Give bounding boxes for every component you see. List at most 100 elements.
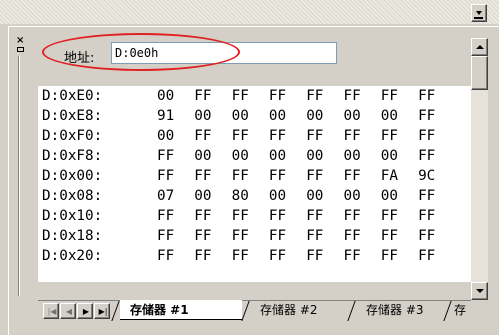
memory-byte[interactable]: 00 [269, 146, 306, 166]
memory-byte[interactable]: 00 [343, 106, 380, 126]
memory-byte[interactable]: 00 [269, 106, 306, 126]
dock-strip [0, 0, 499, 24]
memory-byte[interactable]: FF [269, 206, 306, 226]
tab-separator [112, 300, 120, 320]
memory-byte[interactable]: FF [269, 246, 306, 266]
memory-byte[interactable]: FF [232, 166, 269, 186]
memory-byte[interactable]: 00 [306, 186, 343, 206]
scroll-down-button[interactable] [471, 282, 488, 300]
memory-row: D:0xF8: FF 00 00 00 00 00 00 FF [42, 146, 448, 166]
scroll-thumb[interactable] [471, 56, 488, 90]
memory-byte[interactable]: FF [269, 126, 306, 146]
memory-byte[interactable]: FF [194, 86, 231, 106]
memory-row: D:0x10: FF FF FF FF FF FF FF FF [42, 206, 448, 226]
memory-row: D:0x18: FF FF FF FF FF FF FF FF [42, 226, 448, 246]
memory-byte[interactable]: FF [269, 166, 306, 186]
memory-byte[interactable]: 00 [232, 146, 269, 166]
memory-byte[interactable]: FF [306, 226, 343, 246]
memory-byte[interactable]: 00 [306, 106, 343, 126]
memory-byte[interactable]: FF [418, 146, 448, 166]
row-address: D:0x08: [42, 188, 103, 204]
memory-grid[interactable]: D:0xE0: 00 FF FF FF FF FF FF FF D:0xE8: 91 00 00 00 00… [38, 86, 471, 282]
memory-byte[interactable]: FF [157, 226, 194, 246]
memory-byte[interactable]: FF [343, 206, 380, 226]
close-icon[interactable]: × [16, 36, 24, 46]
memory-byte[interactable]: 00 [381, 186, 418, 206]
memory-byte[interactable]: FF [418, 106, 448, 126]
memory-byte[interactable]: FF [306, 246, 343, 266]
window-list-button[interactable] [471, 4, 487, 22]
tab-memory-4[interactable]: 存 [452, 300, 471, 320]
tab-nav-last-button[interactable]: ▶| [94, 303, 110, 319]
memory-byte[interactable]: 07 [157, 186, 194, 206]
memory-row: D:0xF0: 00 FF FF FF FF FF FF FF [42, 126, 448, 146]
prev-icon: ◀ [65, 307, 73, 316]
window-gripper[interactable]: × [11, 34, 29, 298]
tab-nav-prev-button[interactable]: ◀ [60, 303, 76, 319]
memory-byte[interactable]: FF [418, 206, 448, 226]
memory-byte[interactable]: FF [343, 166, 380, 186]
memory-byte[interactable]: FF [418, 126, 448, 146]
memory-byte[interactable]: FF [194, 206, 231, 226]
memory-byte[interactable]: FF [381, 126, 418, 146]
memory-byte[interactable]: FF [343, 86, 380, 106]
memory-byte[interactable]: FF [343, 246, 380, 266]
scroll-up-button[interactable] [471, 38, 488, 56]
memory-byte[interactable]: 00 [157, 86, 194, 106]
vertical-scrollbar[interactable] [471, 38, 488, 300]
memory-byte[interactable]: FF [157, 146, 194, 166]
memory-byte[interactable]: FF [194, 246, 231, 266]
memory-byte[interactable]: FF [381, 86, 418, 106]
memory-byte[interactable]: FF [194, 126, 231, 146]
memory-byte[interactable]: FF [232, 126, 269, 146]
memory-byte[interactable]: 00 [269, 186, 306, 206]
memory-byte[interactable]: FF [306, 166, 343, 186]
memory-byte[interactable]: FF [381, 226, 418, 246]
memory-byte[interactable]: FF [306, 86, 343, 106]
memory-byte[interactable]: FA [381, 166, 418, 186]
memory-byte[interactable]: FF [194, 166, 231, 186]
memory-byte[interactable]: FF [232, 246, 269, 266]
memory-byte[interactable]: FF [381, 246, 418, 266]
memory-byte[interactable]: 00 [306, 146, 343, 166]
memory-byte[interactable]: 00 [194, 106, 231, 126]
memory-byte[interactable]: FF [343, 226, 380, 246]
tab-nav-first-button[interactable]: |◀ [43, 303, 59, 319]
memory-byte[interactable]: 00 [343, 186, 380, 206]
memory-byte[interactable]: FF [232, 206, 269, 226]
row-address: D:0x18: [42, 228, 103, 244]
memory-byte[interactable]: FF [232, 86, 269, 106]
memory-byte[interactable]: FF [157, 206, 194, 226]
memory-byte[interactable]: 91 [157, 106, 194, 126]
memory-byte[interactable]: 00 [381, 146, 418, 166]
memory-byte[interactable]: 00 [194, 146, 231, 166]
memory-row: D:0x20: FF FF FF FF FF FF FF FF [42, 246, 448, 266]
memory-byte[interactable]: FF [194, 226, 231, 246]
memory-byte[interactable]: FF [306, 126, 343, 146]
memory-byte[interactable]: FF [157, 166, 194, 186]
tab-memory-3[interactable]: 存储器 #3 [356, 300, 454, 320]
memory-byte[interactable]: FF [306, 206, 343, 226]
tab-memory-1[interactable]: 存储器 #1 [120, 300, 242, 320]
memory-byte[interactable]: FF [418, 186, 448, 206]
memory-byte[interactable]: 00 [194, 186, 231, 206]
memory-byte[interactable]: FF [418, 86, 448, 106]
memory-byte[interactable]: 80 [232, 186, 269, 206]
memory-byte[interactable]: FF [232, 226, 269, 246]
memory-byte[interactable]: FF [269, 226, 306, 246]
memory-byte[interactable]: FF [418, 246, 448, 266]
tab-nav-next-button[interactable]: ▶ [77, 303, 93, 319]
memory-byte[interactable]: FF [418, 226, 448, 246]
memory-byte[interactable]: FF [381, 206, 418, 226]
memory-byte[interactable]: FF [157, 246, 194, 266]
memory-byte[interactable]: 00 [157, 126, 194, 146]
memory-byte[interactable]: 9C [418, 166, 448, 186]
memory-byte[interactable]: FF [343, 126, 380, 146]
memory-byte[interactable]: 00 [381, 106, 418, 126]
memory-byte[interactable]: FF [269, 86, 306, 106]
row-address: D:0x10: [42, 208, 103, 224]
pin-icon[interactable] [17, 47, 24, 52]
memory-byte[interactable]: 00 [232, 106, 269, 126]
memory-byte[interactable]: 00 [343, 146, 380, 166]
tab-memory-2[interactable]: 存储器 #2 [250, 300, 348, 320]
